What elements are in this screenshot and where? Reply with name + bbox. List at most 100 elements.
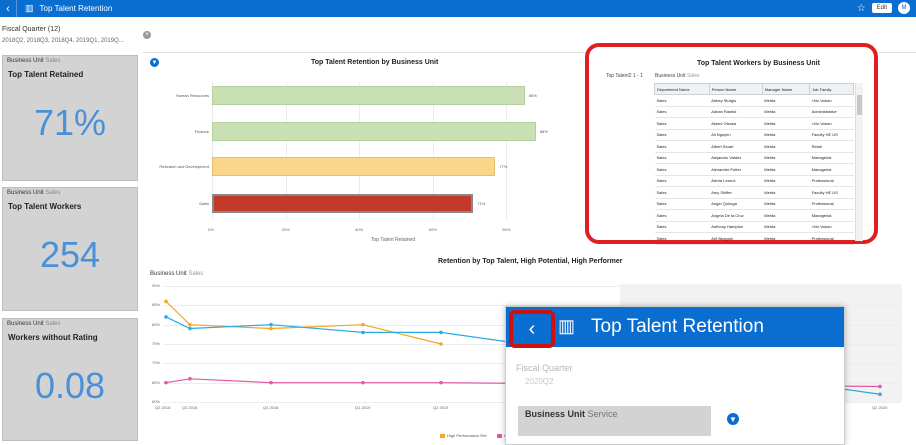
chevron-left-icon: ‹ [6,2,10,15]
scrollbar-thumb[interactable] [857,95,862,115]
kpi-title: Top Talent Workers [8,202,82,211]
legend-swatch [440,433,445,438]
back-button[interactable]: ‹ [0,0,17,17]
table-row[interactable]: Sales Amy Shiffer Mehta Faculty HE US [654,186,854,199]
bar[interactable] [212,86,525,105]
table-cell: Mehta [762,117,810,130]
data-point[interactable] [188,377,192,381]
table-cell: Mehta [762,140,810,153]
table-row[interactable]: Sales Albert Stuart Mehta Retail [654,140,854,153]
kpi-value: 0.08 [34,365,106,406]
table-row[interactable]: Sales Anthony Hampton Mehta <No Value> [654,221,854,233]
kpi-value: 71% [33,102,107,143]
table-row[interactable]: Sales Abbey Sturgis Mehta <No Value> [654,94,854,107]
table-cell: Amy Shiffer [709,186,763,199]
table-cell: Sales [654,198,710,210]
filter-label: Fiscal Quarter (12) [2,26,61,33]
kpi-business-unit: Business Unit Sales [7,190,61,196]
table-cell: Mehta [762,94,810,107]
zoom-back-button[interactable]: ‹ [509,310,555,348]
legend-item[interactable]: High Performance Ret [440,433,487,438]
legend-swatch [496,433,502,438]
table-cell: Sales [654,186,710,199]
data-point[interactable] [188,326,192,331]
table-cell: Mehta [762,221,810,233]
y-tick-label: 90% [151,283,160,288]
shell-header: ‹ ▥ Top Talent Retention ☆ Edit M [0,0,916,17]
table-row[interactable]: Sales Arif Beaguni Mehta Professional [654,232,854,245]
table-row[interactable]: Sales Ali Nguyen Mehta Faculty HE US [654,129,854,141]
table-cell: Professional [809,198,854,210]
table-cell: Sales [654,152,710,164]
table-panel-business-unit: Business Unit Sales [655,73,700,79]
table-cell: Sales [654,117,710,130]
favorite-star-icon[interactable]: ☆ [857,3,866,14]
table-cell: Sales [654,221,710,233]
table-cell: Mehta [762,129,810,141]
table-row[interactable]: Sales Akemi Otsuka Mehta <No Value> [654,117,854,130]
table-cell: Angel Quiroga [709,198,763,210]
column-header[interactable]: Person Name [708,83,763,95]
table-scrollbar[interactable] [855,83,863,241]
chevron-left-icon: ‹ [528,317,536,340]
bar-chart-xlabel: Top Talent Retained [371,237,416,243]
y-category-label: Research and Development [159,164,209,169]
data-point[interactable] [164,315,168,319]
table-cell: Faculty HE US [809,129,854,141]
funnel-filter-icon[interactable]: ▼ [727,413,739,425]
table-row[interactable]: Sales Alexia Leroux Mehta Professional [654,175,854,187]
workers-table: Department Name Person Name Manager Name Jo… [654,83,854,245]
table-row[interactable]: Sales Angela De la Cruz Mehta Managerial [654,209,854,222]
app-icon: ▥ [25,3,34,13]
edit-button[interactable]: Edit [871,3,892,13]
kpi-tile-retained[interactable]: Business Unit Sales Top Talent Retained … [2,55,138,181]
bar-value-label: 88% [539,129,548,134]
y-tick-label: 65% [151,379,160,385]
table-cell: Professional [809,175,854,187]
data-point[interactable] [361,330,365,335]
table-cell: Sales [654,175,710,187]
column-header[interactable]: Manager Name [761,83,811,95]
y-tick-label: 70% [151,360,160,366]
bar[interactable] [212,122,536,141]
table-row[interactable]: Sales Angel Quiroga Mehta Professional [654,198,854,210]
x-tick-label: Q2 2018 [155,405,171,410]
filter-value: 2018Q2, 2018Q3, 2018Q4, 2019Q1, 2019Q... [2,38,124,44]
kpi-tile-workers[interactable]: Business Unit Sales Top Talent Workers 2… [2,187,138,311]
table-cell: Akemi Otsuka [709,117,763,130]
table-row[interactable]: Sales Alejandro Valdez Mehta Managerial [654,152,854,164]
data-point[interactable] [269,326,273,331]
gridline [163,286,900,287]
fiscal-quarter-filter[interactable]: Fiscal Quarter (12) 2018Q2, 2018Q3, 2018… [2,26,124,44]
table-cell: Sales [654,163,710,176]
x-tick-label: Q2 2019 [433,405,449,410]
bar-value-label: 77% [499,164,508,169]
y-category-label: Human Resources [175,93,209,98]
bar[interactable] [212,194,474,213]
bar-value-label: 85% [528,93,537,98]
line-chart-business-unit: Business Unit Sales [150,271,204,277]
kpi-tile-without-rating[interactable]: Business Unit Sales Workers without Rati… [2,318,138,441]
table-cell: <No Value> [809,94,854,107]
bar[interactable] [212,157,496,176]
table-row[interactable]: Sales Alexander Potter Mehta Managerial [654,163,854,176]
column-header[interactable]: Department Name [654,83,710,95]
y-tick-label: 80% [151,321,160,327]
avatar[interactable]: M [898,2,910,14]
table-cell: <No Value> [809,221,854,233]
table-cell: Faculty HE US [809,186,854,199]
clear-filter-icon[interactable]: × [143,31,151,39]
x-tick-label: 20% [281,227,290,232]
y-category-label: Finance [194,129,209,134]
kpi-title: Workers without Rating [8,333,98,342]
table-cell: Managerial [809,163,854,176]
funnel-filter-icon[interactable]: ▼ [150,58,159,67]
column-header[interactable]: Job Family [809,83,854,95]
table-cell: Sales [654,106,710,118]
x-tick-label: Q2 2020 [872,405,888,410]
data-point[interactable] [439,330,443,335]
table-cell: Sales [654,209,710,222]
table-row[interactable]: Sales Adnan Rashid Mehta Administrative [654,106,854,118]
table-cell: Managerial [809,209,854,222]
data-point[interactable] [164,299,168,304]
